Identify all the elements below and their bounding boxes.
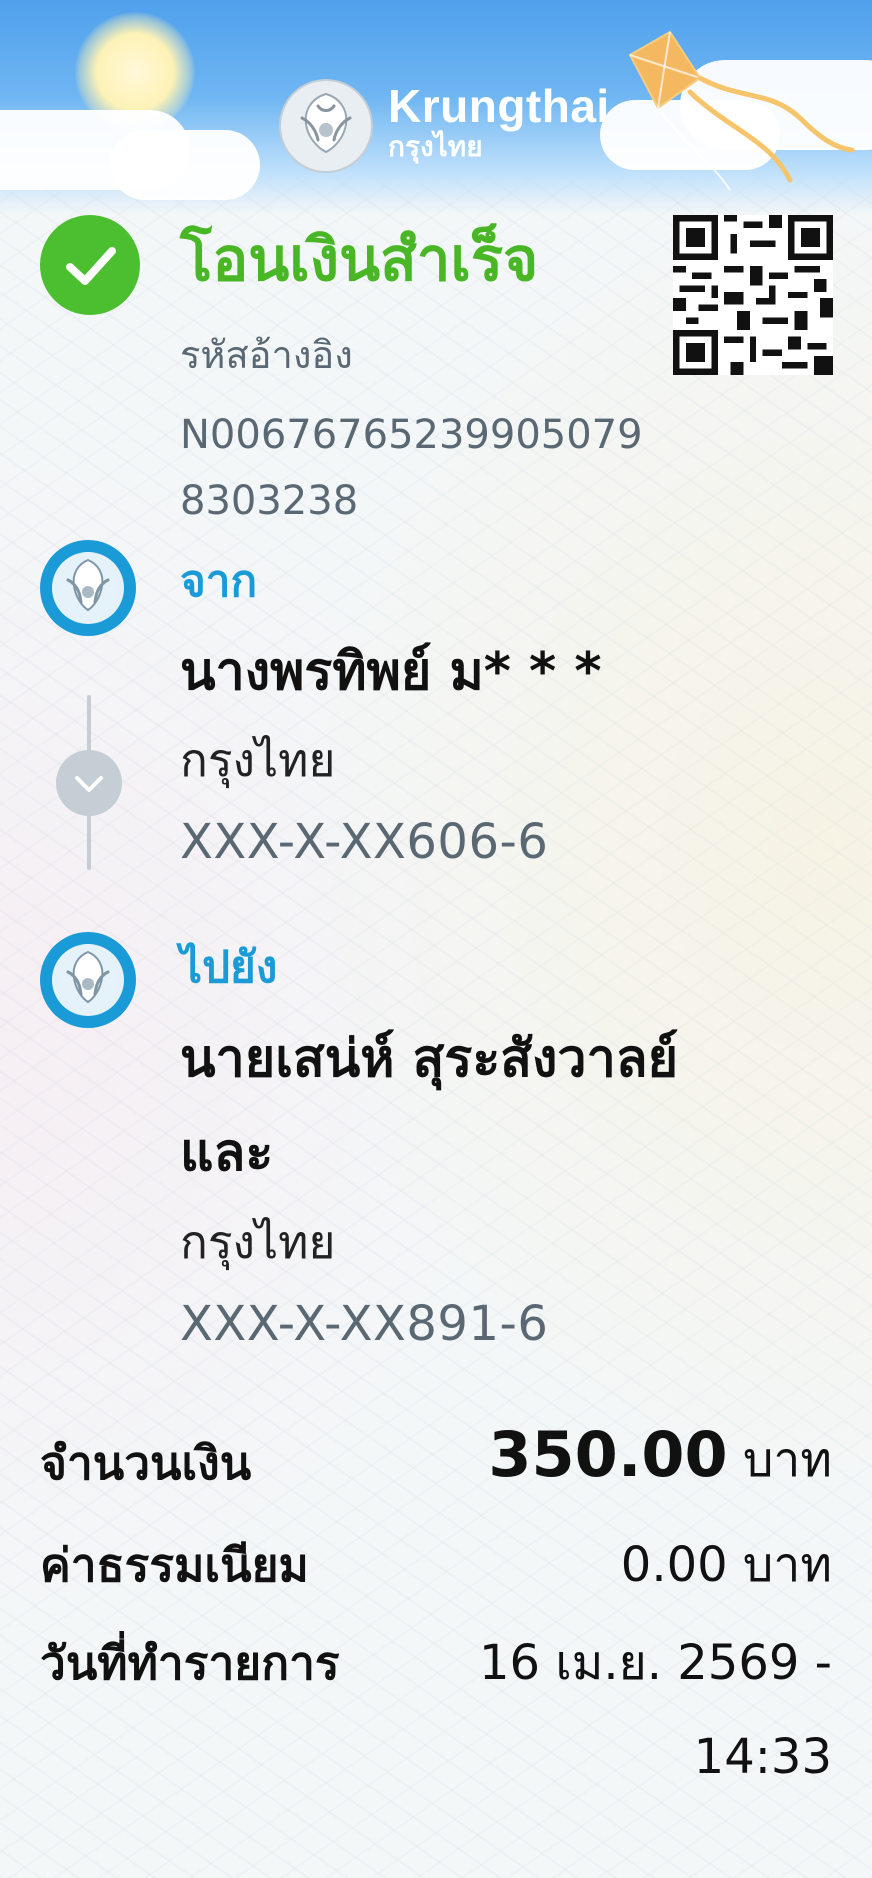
status-title: โอนเงินสำเร็จ [180,225,539,295]
cloud-decoration [110,130,260,200]
amount-label: จำนวนเงิน [40,1436,252,1490]
brand-wordmark: Krungthai กรุงไทย [388,82,610,164]
fee-value: 0.00 บาท [620,1537,832,1593]
recipient-account: XXX-X-XX891-6 [180,1296,549,1352]
brand-name-en: Krungthai [388,80,610,132]
krungthai-logo-icon [279,79,373,173]
reference-code: N00676765239905079 8303238 [180,412,643,524]
recipient-name-line1: นายเสน่ห์ สุระสังวาลย์ [180,1029,679,1089]
sender-bank-avatar [40,540,136,636]
date-value-line2: 14:33 [693,1729,832,1785]
qr-code-icon[interactable] [673,215,833,375]
amount-unit: บาท [742,1432,832,1488]
chevron-down-icon[interactable] [56,750,122,816]
success-check-icon [40,215,140,315]
kite-decoration [628,30,855,191]
recipient-bank-avatar [40,932,136,1028]
from-label: จาก [180,556,258,607]
recipient-bank: กรุงไทย [180,1215,336,1269]
reference-label: รหัสอ้างอิง [180,333,353,377]
amount-value-row: 350.00 บาท [488,1420,832,1495]
amount-value: 350.00 [488,1418,728,1491]
header-banner: Krungthai กรุงไทย [0,0,872,215]
recipient-name-line2: และ [180,1123,274,1183]
brand-name-th: กรุงไทย [388,130,483,163]
date-label: วันที่ทำรายการ [40,1636,340,1690]
date-value-line1: 16 เม.ย. 2569 - [478,1635,832,1691]
sender-name: นางพรทิพย์ ม* * * [180,642,602,702]
sender-account: XXX-X-XX606-6 [180,814,549,870]
to-label: ไปยัง [180,942,278,993]
fee-label: ค่าธรรมเนียม [40,1538,309,1592]
sender-bank: กรุงไทย [180,733,336,787]
